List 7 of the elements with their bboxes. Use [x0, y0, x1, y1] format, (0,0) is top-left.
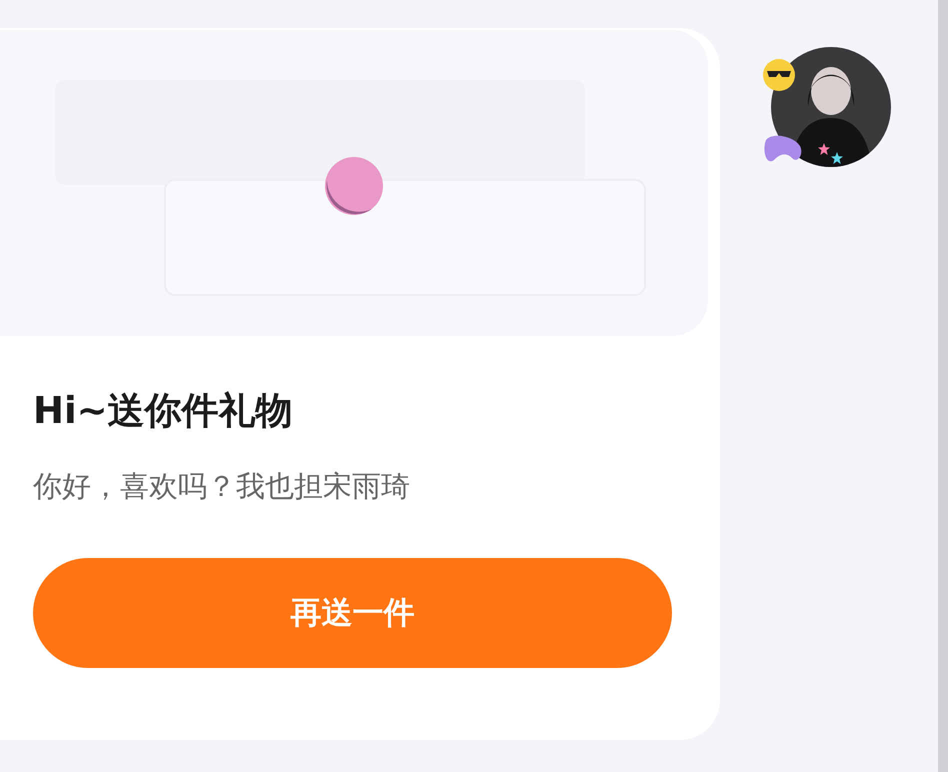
star-icon: [831, 152, 843, 164]
message-text: 你好，喜欢吗？我也担宋雨琦: [33, 468, 411, 505]
star-icon: [818, 143, 830, 155]
scrollbar[interactable]: [938, 0, 948, 772]
message-title: Hi~送你件礼物: [33, 388, 294, 434]
sunglasses-emoji-icon: [762, 58, 796, 92]
send-again-button[interactable]: 再送一件: [33, 558, 672, 668]
